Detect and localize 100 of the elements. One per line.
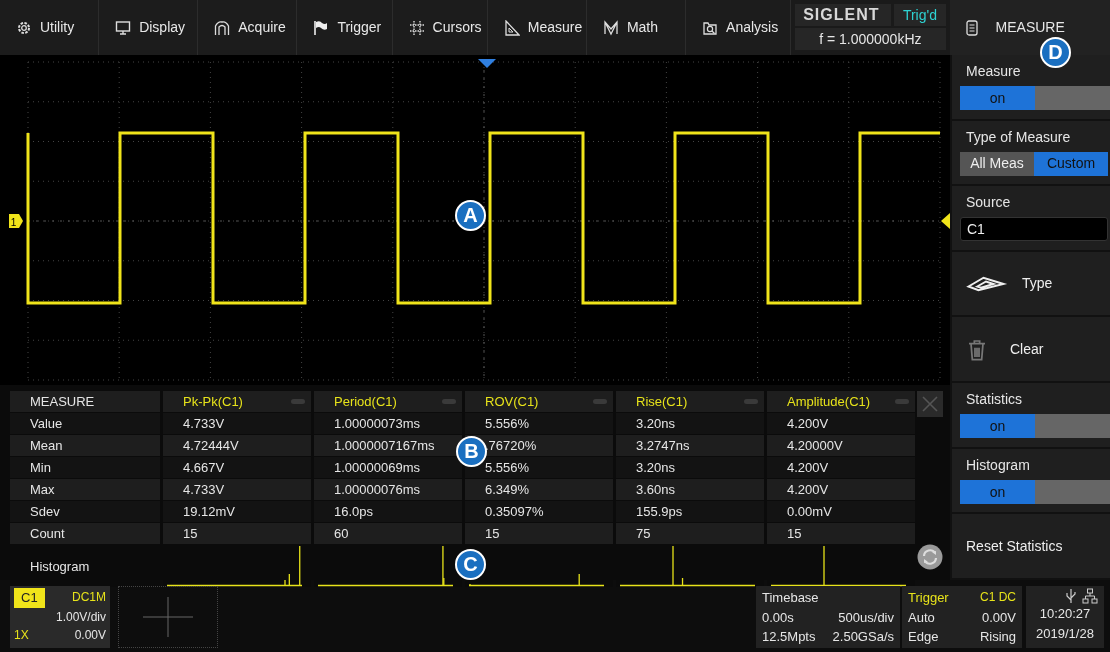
setting-label: Measure	[966, 62, 1022, 81]
table-cell: 3.60ns	[616, 479, 764, 500]
menu-action[interactable]: Type	[960, 257, 1053, 310]
trigger-source: C1 DC	[980, 589, 1016, 606]
table-cell: 15	[767, 523, 915, 544]
table-cell: 19.12mV	[163, 501, 311, 522]
trigger-panel[interactable]: Trigger C1 DC Auto 0.00V Edge Rising	[902, 586, 1022, 648]
panel-title: MEASURE	[995, 18, 1065, 37]
trigger-type: Edge	[908, 628, 939, 646]
table-cell: 1.0000007167ms	[314, 435, 462, 456]
row-label: Histogram	[30, 557, 90, 576]
table-cell: 16.0ps	[314, 501, 462, 522]
row-label: Count	[10, 523, 160, 544]
minimize-icon[interactable]	[442, 399, 456, 404]
table-cell: 4.200V	[767, 479, 915, 500]
table-cell: 4.200V	[767, 457, 915, 478]
table-cell: 60	[314, 523, 462, 544]
table-cell: 4.667V	[163, 457, 311, 478]
table-cell: 3.2747ns	[616, 435, 764, 456]
usb-icon	[1065, 588, 1076, 604]
row-label: Sdev	[10, 501, 160, 522]
toggle-state: on	[988, 482, 1007, 502]
vertical-scale: 1.00V/div	[55, 609, 106, 624]
panel-heading: Timebase	[762, 589, 820, 607]
minimize-icon[interactable]	[291, 399, 305, 404]
trigger-status: Trig'd	[894, 4, 946, 26]
document-icon	[965, 19, 978, 36]
menu-action[interactable]: Reset Statistics	[960, 520, 1063, 573]
panel-heading: Trigger	[908, 589, 949, 607]
row-label: Value	[10, 413, 160, 434]
grid-icon	[408, 19, 425, 36]
minimize-icon[interactable]	[895, 399, 909, 404]
setting-label: Type of Measure	[966, 127, 1072, 147]
close-button[interactable]	[917, 391, 943, 417]
table-cell: 4.733V	[163, 479, 311, 500]
menu-action[interactable]: Clear	[960, 323, 1044, 376]
source-field[interactable]: C1	[960, 217, 1108, 242]
table-cell: 1.00000073ms	[314, 413, 462, 434]
table-cell: 4.733V	[163, 413, 311, 434]
table-cell: 15	[163, 523, 311, 544]
toggle-state: on	[988, 89, 1007, 108]
table-cell: 4.72444V	[163, 435, 311, 456]
clock-time: 10:20:27	[1039, 605, 1091, 623]
table-cell: 1.00000069ms	[314, 457, 462, 478]
table-cell: 4.20000V	[767, 435, 915, 456]
toggle-switch[interactable]: on	[960, 413, 1110, 438]
segment-option[interactable]: All Meas	[960, 151, 1034, 176]
minimize-icon[interactable]	[744, 399, 758, 404]
ruler-triangle-icon	[503, 19, 520, 36]
toggle-switch[interactable]: on	[960, 479, 1110, 504]
gear-icon	[16, 19, 32, 36]
table-cell: 75	[616, 523, 764, 544]
memory-depth: 12.5Mpts	[762, 628, 816, 646]
network-icon	[1082, 588, 1098, 604]
table-cell: 155.9ps	[616, 501, 764, 522]
refresh-icon[interactable]	[917, 544, 943, 570]
column-header: Amplitude(C1)	[787, 393, 871, 411]
flag-icon	[313, 19, 330, 36]
table-cell: 3.20ns	[616, 457, 764, 478]
trigger-level: 0.00V	[982, 608, 1016, 627]
trigger-position-marker[interactable]	[478, 59, 496, 68]
setting-label: Histogram	[966, 455, 1031, 475]
table-cell: 6.349%	[465, 479, 613, 500]
brand-logo: SIGLENT	[795, 4, 892, 26]
timebase-panel[interactable]: Timebase 0.00s 500us/div 12.5Mpts 2.50GSa/s	[756, 586, 900, 648]
channel-marker[interactable]: 1	[9, 214, 23, 228]
horizontal-delay: 0.00s	[762, 608, 794, 627]
arches-icon	[214, 19, 231, 36]
trigger-slope: Rising	[979, 628, 1016, 646]
minimize-icon[interactable]	[593, 399, 607, 404]
toggle-switch[interactable]: on	[960, 86, 1110, 110]
magnifier-icon	[702, 19, 719, 36]
trigger-mode: Auto	[908, 608, 935, 627]
coupling-label: DC1M	[72, 589, 106, 606]
column-header: ROV(C1)	[485, 393, 539, 411]
table-cell: 1.00000076ms	[314, 479, 462, 500]
add-channel-thumbnail[interactable]	[118, 586, 218, 648]
row-label: Max	[10, 479, 160, 500]
frequency-readout: f = 1.000000kHz	[795, 28, 946, 50]
toggle-state: on	[988, 416, 1007, 436]
clock-date: 2019/1/28	[1036, 624, 1094, 643]
channel-panel[interactable]: C1 DC1M 1.00V/div 1X 0.00V	[10, 586, 110, 648]
column-header: Period(C1)	[334, 393, 397, 411]
table-header: MEASURE	[10, 391, 160, 412]
table-cell: 5.556%	[465, 457, 613, 478]
time-scale: 500us/div	[838, 608, 894, 627]
table-cell: 3.20ns	[616, 413, 764, 434]
vertical-offset: 0.00V	[74, 626, 106, 644]
monitor-icon	[115, 19, 132, 36]
table-cell: 5.556%	[465, 413, 613, 434]
column-header: Pk-Pk(C1)	[183, 393, 243, 411]
table-cell: 0.00mV	[767, 501, 915, 522]
setting-label: Statistics	[966, 389, 1023, 409]
setting-label: Source	[966, 193, 1012, 213]
sample-rate: 2.50GSa/s	[832, 628, 894, 646]
row-label: Min	[10, 457, 160, 478]
table-cell: 0.35097%	[465, 501, 613, 522]
table-cell: 4.200V	[767, 413, 915, 434]
channel-tag: C1	[14, 588, 45, 608]
segment-option[interactable]: Custom	[1034, 151, 1108, 176]
